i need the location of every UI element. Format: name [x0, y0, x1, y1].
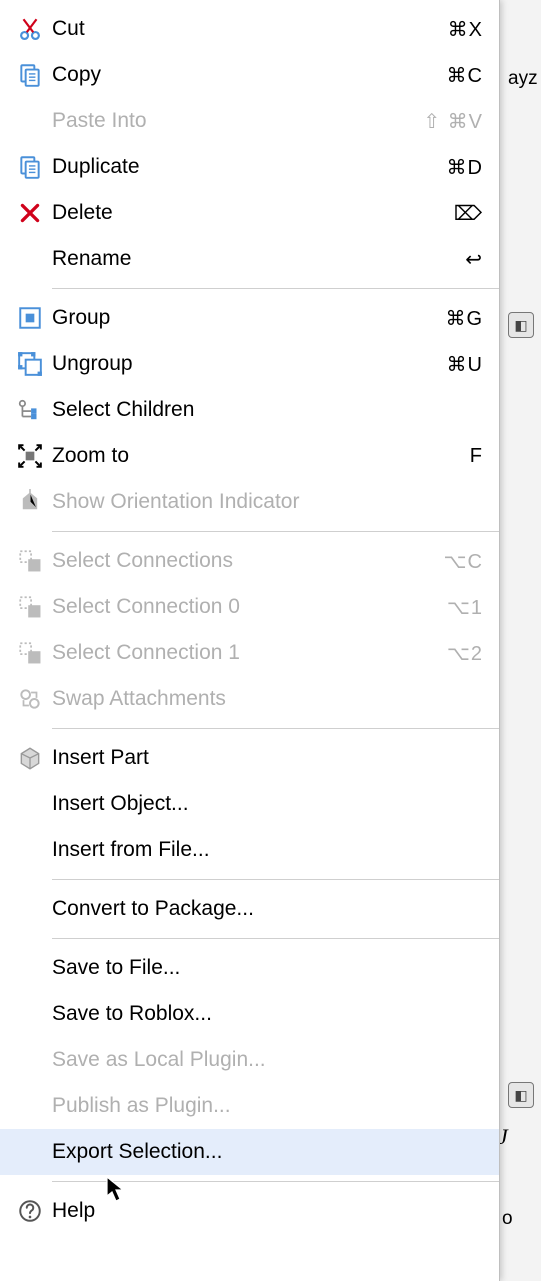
menu-separator: [52, 531, 499, 532]
menu-item-label: Publish as Plugin...: [52, 1094, 483, 1118]
menu-item-label: Ungroup: [52, 352, 447, 376]
menu-item-shortcut: ⌥C: [444, 549, 484, 574]
menu-item-label: Swap Attachments: [52, 687, 483, 711]
panel-icon-1[interactable]: ◧: [508, 312, 534, 338]
menu-item-save-to-roblox[interactable]: Save to Roblox...: [0, 991, 499, 1037]
menu-item-cut[interactable]: Cut⌘X: [0, 6, 499, 52]
cut-icon: [8, 16, 52, 42]
menu-item-label: Select Connections: [52, 549, 444, 573]
menu-item-save-as-local-plugin: Save as Local Plugin...: [0, 1037, 499, 1083]
menu-item-label: Select Children: [52, 398, 483, 422]
select-children-icon: [8, 397, 52, 423]
menu-item-label: Export Selection...: [52, 1140, 483, 1164]
menu-item-insert-from-file[interactable]: Insert from File...: [0, 827, 499, 873]
menu-item-label: Duplicate: [52, 155, 447, 179]
menu-item-shortcut: F: [470, 445, 483, 468]
menu-item-label: Insert Object...: [52, 792, 483, 816]
menu-item-publish-as-plugin: Publish as Plugin...: [0, 1083, 499, 1129]
select-connection-0-icon: [8, 594, 52, 620]
menu-item-label: Insert Part: [52, 746, 483, 770]
menu-item-label: Paste Into: [52, 109, 423, 133]
menu-item-label: Help: [52, 1199, 483, 1223]
group-icon: [8, 305, 52, 331]
menu-item-label: Convert to Package...: [52, 897, 483, 921]
select-connection-1-icon: [8, 640, 52, 666]
menu-separator: [52, 1181, 499, 1182]
swap-attachments-icon: [8, 686, 52, 712]
delete-icon: [8, 200, 52, 226]
menu-item-zoom-to[interactable]: Zoom toF: [0, 433, 499, 479]
duplicate-icon: [8, 154, 52, 180]
menu-item-label: Group: [52, 306, 445, 330]
menu-separator: [52, 728, 499, 729]
menu-item-label: Rename: [52, 247, 465, 271]
menu-item-shortcut: ⌥2: [447, 641, 483, 666]
menu-separator: [52, 288, 499, 289]
menu-item-label: Delete: [52, 201, 454, 225]
menu-item-shortcut: ⌥1: [447, 595, 483, 620]
menu-item-paste-into: Paste Into⇧ ⌘V: [0, 98, 499, 144]
ungroup-icon: [8, 351, 52, 377]
menu-separator: [52, 879, 499, 880]
select-connections-icon: [8, 548, 52, 574]
menu-item-insert-part[interactable]: Insert Part: [0, 735, 499, 781]
menu-item-label: Copy: [52, 63, 447, 87]
menu-item-copy[interactable]: Copy⌘C: [0, 52, 499, 98]
menu-item-label: Show Orientation Indicator: [52, 490, 483, 514]
menu-item-shortcut: ↩: [465, 247, 483, 272]
menu-item-label: Zoom to: [52, 444, 470, 468]
help-icon: [8, 1198, 52, 1224]
menu-item-label: Cut: [52, 17, 448, 41]
menu-item-shortcut: ⇧ ⌘V: [423, 109, 483, 134]
menu-item-select-children[interactable]: Select Children: [0, 387, 499, 433]
zoom-to-icon: [8, 443, 52, 469]
insert-part-icon: [8, 745, 52, 771]
menu-item-label: Save to Roblox...: [52, 1002, 483, 1026]
menu-item-label: Select Connection 1: [52, 641, 447, 665]
menu-item-help[interactable]: Help: [0, 1188, 499, 1234]
menu-item-export-selection[interactable]: Export Selection...: [0, 1129, 499, 1175]
menu-item-shortcut: ⌘X: [448, 17, 483, 42]
menu-item-label: Select Connection 0: [52, 595, 447, 619]
menu-item-shortcut: ⌘C: [447, 63, 483, 88]
menu-item-select-connection-0: Select Connection 0⌥1: [0, 584, 499, 630]
menu-separator: [52, 938, 499, 939]
menu-item-select-connection-1: Select Connection 1⌥2: [0, 630, 499, 676]
orientation-icon: [8, 489, 52, 515]
menu-item-save-to-file[interactable]: Save to File...: [0, 945, 499, 991]
menu-item-group[interactable]: Group⌘G: [0, 295, 499, 341]
menu-item-rename[interactable]: Rename↩: [0, 236, 499, 282]
menu-item-shortcut: ⌦: [454, 201, 483, 226]
menu-item-swap-attachments: Swap Attachments: [0, 676, 499, 722]
menu-item-duplicate[interactable]: Duplicate⌘D: [0, 144, 499, 190]
menu-item-label: Save to File...: [52, 956, 483, 980]
menu-item-shortcut: ⌘U: [447, 352, 483, 377]
context-menu: Cut⌘XCopy⌘CPaste Into⇧ ⌘VDuplicate⌘DDele…: [0, 0, 500, 1281]
background-panel: ayz ◧ ◧ J o: [499, 0, 541, 1281]
panel-icon-2[interactable]: ◧: [508, 1082, 534, 1108]
menu-item-shortcut: ⌘G: [445, 306, 483, 331]
menu-item-ungroup[interactable]: Ungroup⌘U: [0, 341, 499, 387]
o-char: o: [502, 1208, 513, 1230]
menu-item-convert-to-package[interactable]: Convert to Package...: [0, 886, 499, 932]
menu-item-label: Save as Local Plugin...: [52, 1048, 483, 1072]
menu-item-select-connections: Select Connections⌥C: [0, 538, 499, 584]
menu-item-label: Insert from File...: [52, 838, 483, 862]
menu-item-show-orientation: Show Orientation Indicator: [0, 479, 499, 525]
tab-text-fragment: ayz: [508, 68, 538, 90]
menu-item-insert-object[interactable]: Insert Object...: [0, 781, 499, 827]
menu-item-shortcut: ⌘D: [447, 155, 483, 180]
menu-item-delete[interactable]: Delete⌦: [0, 190, 499, 236]
copy-icon: [8, 62, 52, 88]
